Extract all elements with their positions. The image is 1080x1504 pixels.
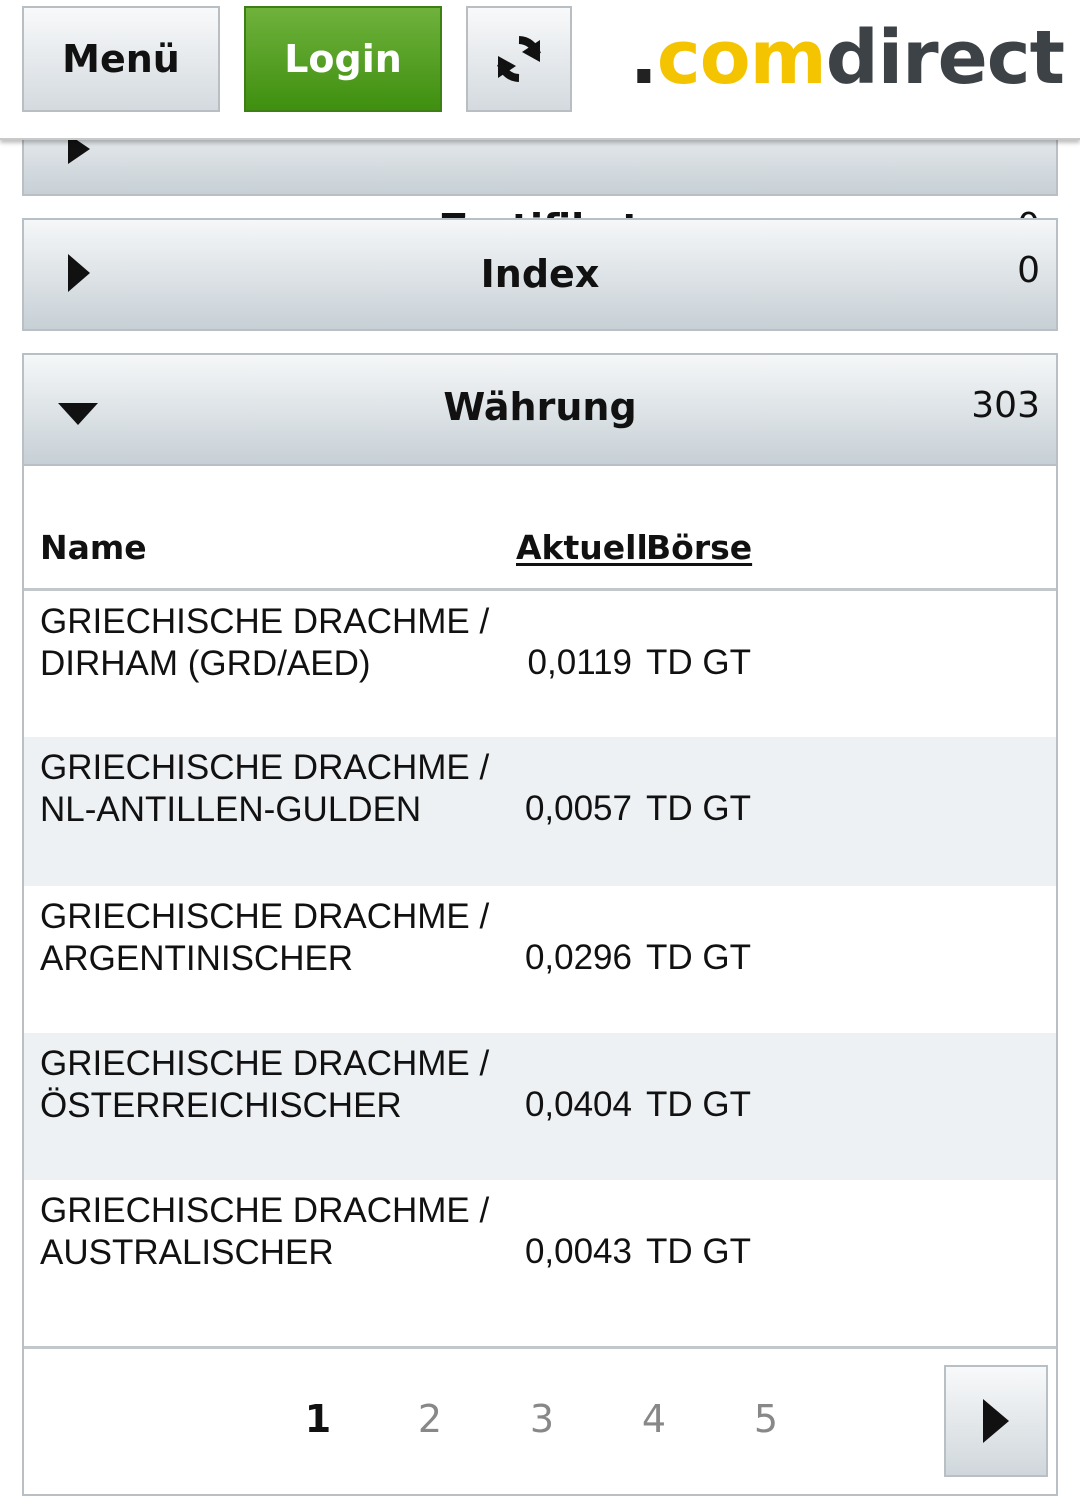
pagination: 1 2 3 4 5 <box>24 1346 1056 1497</box>
logo-dot: . <box>629 15 658 101</box>
row-value: 0,0043 <box>524 1232 632 1271</box>
row-exchange: TD GT <box>646 938 751 977</box>
accordion-title: Währung <box>443 385 637 429</box>
refresh-icon <box>497 36 541 82</box>
page-3[interactable]: 3 <box>522 1397 562 1441</box>
column-header-aktuell[interactable]: Aktuell <box>516 528 648 567</box>
column-header-name: Name <box>40 528 147 567</box>
row-exchange: TD GT <box>646 643 751 682</box>
page-1[interactable]: 1 <box>298 1397 338 1441</box>
page-4[interactable]: 4 <box>634 1397 674 1441</box>
column-header-boerse[interactable]: Börse <box>646 528 752 567</box>
table-row[interactable]: GRIECHISCHE DRACHME / ARGENTINISCHER 0,0… <box>24 886 1056 1033</box>
logo-direct: direct <box>825 15 1065 101</box>
waehrung-content: Name Aktuell Börse GRIECHISCHE DRACHME /… <box>22 466 1058 1496</box>
table-header: Name Aktuell Börse <box>24 526 1056 591</box>
row-value: 0,0119 <box>527 643 632 682</box>
comdirect-logo[interactable]: .comdirect <box>629 15 1065 101</box>
table-row[interactable]: GRIECHISCHE DRACHME / ÖSTERREICHISCHER 0… <box>24 1033 1056 1180</box>
page-2[interactable]: 2 <box>410 1397 450 1441</box>
triangle-right-icon <box>983 1399 1009 1443</box>
row-exchange: TD GT <box>646 1232 751 1271</box>
logo-com: com <box>656 15 827 101</box>
accordion-index[interactable]: Index 0 <box>22 218 1058 331</box>
accordion-title: Index <box>480 252 600 296</box>
row-name[interactable]: GRIECHISCHE DRACHME / ÖSTERREICHISCHER <box>40 1043 500 1127</box>
accordion-count: 0 <box>1017 250 1040 291</box>
accordion-count: 303 <box>971 385 1040 426</box>
refresh-button[interactable] <box>466 6 572 112</box>
menu-button[interactable]: Menü <box>22 6 220 112</box>
accordion-waehrung[interactable]: Währung 303 <box>22 353 1058 466</box>
next-page-button[interactable] <box>944 1365 1048 1477</box>
app-header: Menü Login .comdirect <box>0 0 1080 140</box>
row-value: 0,0296 <box>524 938 632 977</box>
row-exchange: TD GT <box>646 1085 751 1124</box>
row-name[interactable]: GRIECHISCHE DRACHME / NL-ANTILLEN-GULDEN <box>40 747 500 831</box>
row-exchange: TD GT <box>646 789 751 828</box>
table-row[interactable]: GRIECHISCHE DRACHME / AUSTRALISCHER 0,00… <box>24 1180 1056 1344</box>
row-name[interactable]: GRIECHISCHE DRACHME / DIRHAM (GRD/AED) <box>40 601 500 685</box>
row-name[interactable]: GRIECHISCHE DRACHME / AUSTRALISCHER <box>40 1190 500 1274</box>
row-value: 0,0057 <box>524 789 632 828</box>
login-button[interactable]: Login <box>244 6 442 112</box>
row-name[interactable]: GRIECHISCHE DRACHME / ARGENTINISCHER <box>40 896 500 980</box>
page-5[interactable]: 5 <box>746 1397 786 1441</box>
row-value: 0,0404 <box>524 1085 632 1124</box>
table-row[interactable]: GRIECHISCHE DRACHME / DIRHAM (GRD/AED) 0… <box>24 591 1056 737</box>
table-row[interactable]: GRIECHISCHE DRACHME / NL-ANTILLEN-GULDEN… <box>24 737 1056 886</box>
